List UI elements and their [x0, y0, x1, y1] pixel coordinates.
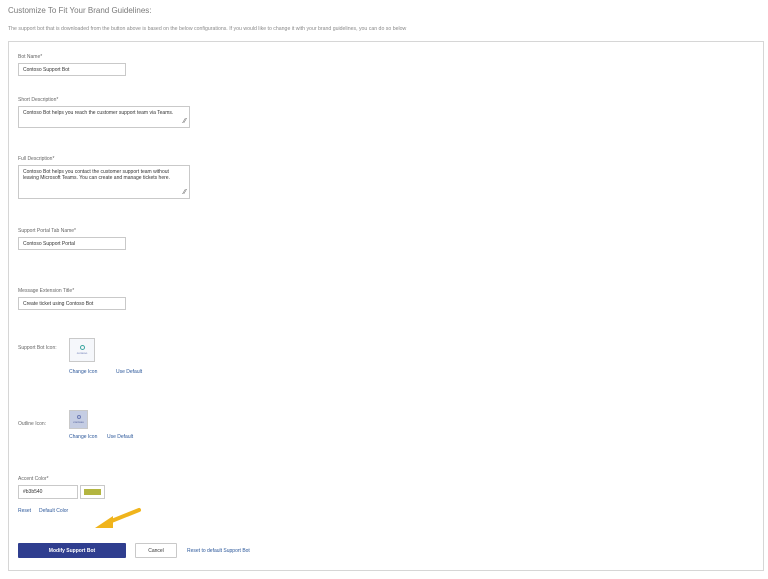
full-description-textarea[interactable]: Contoso Bot helps you contact the custom…: [18, 165, 190, 199]
message-extension-title-label: Message Extension Title*: [18, 288, 75, 294]
bot-name-label: Bot Name*: [18, 54, 43, 60]
full-description-text: Contoso Bot helps you contact the custom…: [23, 169, 170, 181]
outline-icon-preview: contoso: [69, 410, 88, 429]
contoso-logo-icon: [79, 345, 85, 350]
customize-form-panel: Bot Name* Contoso Support Bot Short Desc…: [8, 41, 764, 571]
page-heading: Customize To Fit Your Brand Guidelines:: [8, 6, 152, 15]
modify-support-bot-button[interactable]: Modify Support Bot: [18, 543, 126, 558]
contoso-logo-text: contoso: [76, 351, 88, 355]
accent-color-input[interactable]: #b3b540: [18, 485, 78, 499]
support-bot-change-icon-link[interactable]: Change Icon: [69, 369, 97, 375]
tab-name-label: Support Portal Tab Name*: [18, 228, 76, 234]
accent-default-color-link[interactable]: Default Color: [39, 508, 68, 514]
accent-color-swatch: [84, 489, 101, 495]
page-intro: The support bot that is downloaded from …: [8, 26, 407, 32]
support-bot-icon-preview: contoso: [69, 338, 95, 362]
short-description-text: Contoso Bot helps you reach the customer…: [23, 110, 174, 116]
full-description-label: Full Description*: [18, 156, 55, 162]
support-bot-use-default-link[interactable]: Use Default: [116, 369, 142, 375]
outline-use-default-link[interactable]: Use Default: [107, 434, 133, 440]
message-extension-title-input[interactable]: Create ticket using Contoso Bot: [18, 297, 126, 310]
contoso-outline-logo-icon: [76, 415, 81, 419]
contoso-outline-logo-text: contoso: [73, 420, 84, 424]
accent-color-label: Accent Color*: [18, 476, 49, 482]
reset-default-support-bot-link[interactable]: Reset to default Support Bot: [187, 548, 250, 554]
cancel-button[interactable]: Cancel: [135, 543, 177, 558]
resize-handle-icon[interactable]: ⁄⁄: [184, 118, 186, 125]
tab-name-input[interactable]: Contoso Support Portal: [18, 237, 126, 250]
bot-name-input[interactable]: Contoso Support Bot: [18, 63, 126, 76]
short-description-textarea[interactable]: Contoso Bot helps you reach the customer…: [18, 106, 190, 128]
outline-change-icon-link[interactable]: Change Icon: [69, 434, 97, 440]
resize-handle-icon[interactable]: ⁄⁄: [184, 189, 186, 196]
pointer-arrow-icon: [95, 508, 141, 528]
accent-reset-link[interactable]: Reset: [18, 508, 31, 514]
outline-icon-label: Outline Icon:: [18, 421, 47, 427]
accent-color-picker[interactable]: [80, 485, 105, 499]
short-description-label: Short Description*: [18, 97, 59, 103]
support-bot-icon-label: Support Bot Icon:: [18, 345, 57, 351]
